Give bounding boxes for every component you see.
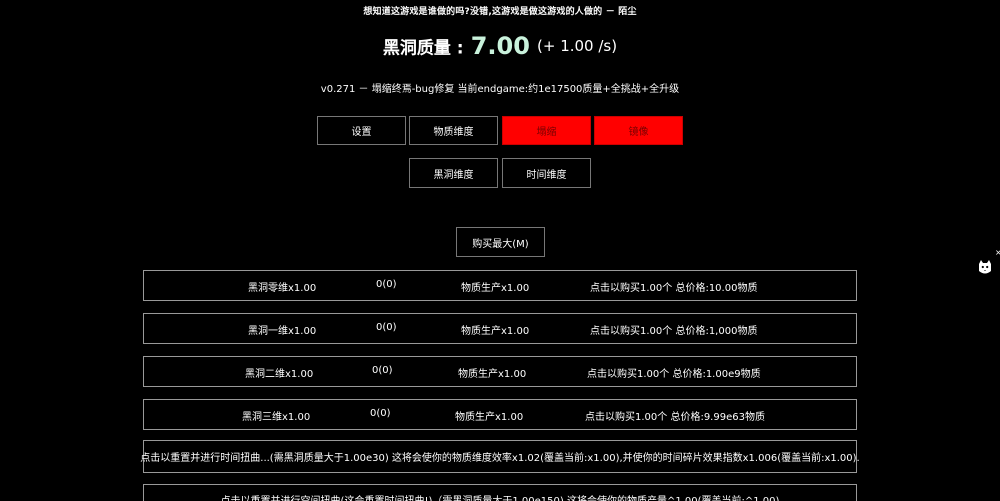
tab-collapse-locked[interactable]: 塌缩: [502, 116, 591, 145]
dimension-row-1[interactable]: 黑洞一维x1.00 0(0) 物质生产x1.00 点击以购买1.00个 总价格:…: [143, 313, 857, 344]
time-warp-reset-button[interactable]: 点击以重置并进行时间扭曲...(需黑洞质量大于1.00e30) 这将会使你的物质…: [140, 440, 860, 473]
dimension-name: 黑洞零维x1.00: [248, 283, 317, 294]
dimension-effect: 物质生产x1.00: [455, 412, 524, 423]
dimension-cost: 点击以购买1.00个 总价格:1.00e9物质: [587, 369, 761, 380]
dimension-row-3[interactable]: 黑洞三维x1.00 0(0) 物质生产x1.00 点击以购买1.00个 总价格:…: [143, 399, 857, 430]
author-note: 想知道这游戏是谁做的吗?没错,这游戏是做这游戏的人做的 － 陌尘: [363, 7, 637, 17]
dimension-name: 黑洞三维x1.00: [242, 412, 311, 423]
mass-display: 黑洞质量 : 7.00 (+ 1.00 /s): [0, 32, 1000, 60]
mass-value: 7.00: [470, 32, 530, 60]
tab-matter-dimensions[interactable]: 物质维度: [409, 116, 498, 145]
tab-time-dimensions[interactable]: 时间维度: [502, 158, 591, 188]
tab-blackhole-dimensions[interactable]: 黑洞维度: [409, 158, 498, 188]
dimension-cost: 点击以购买1.00个 总价格:10.00物质: [590, 283, 758, 294]
dimension-amount: 0(0): [370, 408, 391, 419]
buy-max-button[interactable]: 购买最大(M): [456, 227, 545, 257]
dimension-cost: 点击以购买1.00个 总价格:9.99e63物质: [585, 412, 765, 423]
dimension-name: 黑洞二维x1.00: [245, 369, 314, 380]
mass-rate: (+ 1.00 /s): [537, 37, 618, 55]
dimension-row-0[interactable]: 黑洞零维x1.00 0(0) 物质生产x1.00 点击以购买1.00个 总价格:…: [143, 270, 857, 301]
cat-icon[interactable]: [977, 259, 993, 277]
dimension-amount: 0(0): [376, 322, 397, 333]
close-icon[interactable]: ×: [995, 248, 1000, 257]
dimension-effect: 物质生产x1.00: [461, 283, 530, 294]
tab-mirror-locked[interactable]: 镜像: [594, 116, 683, 145]
dimension-amount: 0(0): [376, 279, 397, 290]
dimension-effect: 物质生产x1.00: [461, 326, 530, 337]
tab-settings[interactable]: 设置: [317, 116, 406, 145]
dimension-row-2[interactable]: 黑洞二维x1.00 0(0) 物质生产x1.00 点击以购买1.00个 总价格:…: [143, 356, 857, 387]
mass-label: 黑洞质量 :: [382, 38, 464, 59]
dimension-cost: 点击以购买1.00个 总价格:1,000物质: [590, 326, 758, 337]
dimension-name: 黑洞一维x1.00: [248, 326, 317, 337]
game-page: 想知道这游戏是谁做的吗?没错,这游戏是做这游戏的人做的 － 陌尘 黑洞质量 : …: [0, 0, 1000, 501]
dimension-amount: 0(0): [372, 365, 393, 376]
version-info: v0.271 － 塌缩终焉-bug修复 当前endgame:约1e17500质量…: [320, 84, 680, 95]
space-warp-reset-button[interactable]: 点击以重置并进行空间扭曲(这会重置时间扭曲!)（需黑洞质量大于1.00e150)…: [143, 484, 857, 501]
dimension-effect: 物质生产x1.00: [458, 369, 527, 380]
